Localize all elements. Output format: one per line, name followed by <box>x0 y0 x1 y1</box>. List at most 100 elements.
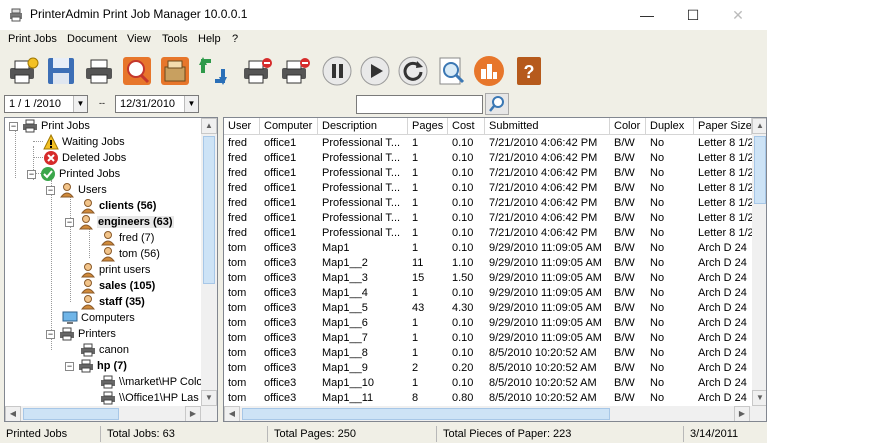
scroll-right-icon[interactable]: ▶ <box>734 406 750 421</box>
column-header-paper-size[interactable]: Paper Size <box>694 118 752 135</box>
menu-help[interactable]: Help <box>198 33 221 45</box>
menu-view[interactable]: View <box>127 33 151 45</box>
column-header-user[interactable]: User <box>224 118 260 135</box>
collapse-icon[interactable]: − <box>46 329 55 339</box>
table-row[interactable]: tom office3 Map1__4 1 0.10 9/29/2010 11:09:05… <box>224 286 752 301</box>
table-row[interactable]: tom office3 Map1__8 1 0.10 8/5/2010 10:20:52 … <box>224 346 752 361</box>
scroll-left-icon[interactable]: ◀ <box>5 406 21 421</box>
help-icon: ? <box>517 57 541 85</box>
table-row[interactable]: tom office3 Map1__7 1 0.10 9/29/2010 11:09:05… <box>224 331 752 346</box>
tree-node-printed-jobs[interactable]: − Printed Jobs <box>27 166 120 182</box>
collapse-icon[interactable]: − <box>46 185 55 195</box>
print-button[interactable] <box>82 54 116 88</box>
tree-node-staff[interactable]: staff (35) <box>80 294 145 310</box>
column-header-description[interactable]: Description <box>318 118 408 135</box>
tree-node-hp[interactable]: − hp (7) <box>65 358 127 374</box>
pause-button[interactable] <box>320 54 354 88</box>
table-row[interactable]: tom office3 Map1__10 1 0.10 8/5/2010 10:20:52… <box>224 376 752 391</box>
table-cell: 8/5/2010 10:20:52 AM <box>489 362 597 374</box>
table-row[interactable]: tom office3 Map1__5 43 4.30 9/29/2010 11:09:0… <box>224 301 752 316</box>
table-row[interactable]: tom office3 Map1 1 0.10 9/29/2010 11:09:05 AM… <box>224 241 752 256</box>
table-row[interactable]: tom office3 Map1__9 2 0.20 8/5/2010 10:20:52 … <box>224 361 752 376</box>
chevron-down-icon[interactable]: ▼ <box>73 96 87 112</box>
tree-node-print-users[interactable]: print users <box>80 262 150 278</box>
search-input[interactable] <box>356 95 483 114</box>
collapse-icon[interactable]: − <box>27 169 36 179</box>
tree-node-tom[interactable]: tom (56) <box>100 246 160 262</box>
tree-node-waiting-jobs[interactable]: Waiting Jobs <box>43 134 125 150</box>
menu-document[interactable]: Document <box>67 33 117 45</box>
menu-about[interactable]: ? <box>232 33 238 45</box>
scroll-up-icon[interactable]: ▲ <box>201 118 217 134</box>
table-row[interactable]: fred office1 Professional T... 1 0.10 7/21/20… <box>224 151 752 166</box>
table-row[interactable]: tom office3 Map1__3 15 1.50 9/29/2010 11:09:0… <box>224 271 752 286</box>
help-button[interactable]: ? <box>512 54 546 88</box>
resume-button[interactable] <box>358 54 392 88</box>
table-row[interactable]: tom office3 Map1__11 8 0.80 8/5/2010 10:20:52… <box>224 391 752 406</box>
table-horizontal-scrollbar[interactable]: ◀ ▶ <box>224 406 766 421</box>
minimize-button[interactable]: — <box>624 0 670 30</box>
report-button[interactable] <box>472 54 506 88</box>
scroll-up-icon[interactable]: ▲ <box>752 118 766 134</box>
table-row[interactable]: fred office1 Professional T... 1 0.10 7/21/20… <box>224 196 752 211</box>
table-row[interactable]: fred office1 Professional T... 1 0.10 7/21/20… <box>224 226 752 241</box>
to-date-picker[interactable]: 12/31/2010 ▼ <box>115 95 199 113</box>
collapse-icon[interactable]: − <box>65 361 74 371</box>
scrollbar-thumb[interactable] <box>203 136 215 284</box>
tree-node-clients[interactable]: clients (56) <box>80 198 156 214</box>
search-button[interactable] <box>485 93 509 115</box>
menu-tools[interactable]: Tools <box>162 33 188 45</box>
scroll-left-icon[interactable]: ◀ <box>224 406 240 421</box>
stop-printer-button[interactable] <box>278 54 312 88</box>
tree-node-computers[interactable]: Computers <box>62 310 135 326</box>
collapse-icon[interactable]: − <box>65 217 74 227</box>
collapse-icon[interactable]: − <box>9 121 18 131</box>
table-row[interactable]: fred office1 Professional T... 1 0.10 7/21/20… <box>224 211 752 226</box>
table-row[interactable]: fred office1 Professional T... 1 0.10 7/21/20… <box>224 136 752 151</box>
scrollbar-thumb[interactable] <box>23 408 119 420</box>
tree-horizontal-scrollbar[interactable]: ◀ ▶ <box>5 406 217 421</box>
table-row[interactable]: tom office3 Map1__2 11 1.10 9/29/2010 11:09:0… <box>224 256 752 271</box>
column-header-color[interactable]: Color <box>610 118 646 135</box>
tree-node-sales[interactable]: sales (105) <box>80 278 155 294</box>
column-header-duplex[interactable]: Duplex <box>646 118 694 135</box>
restart-button[interactable] <box>396 54 430 88</box>
tree-node-engineers[interactable]: − engineers (63) <box>65 214 174 230</box>
tree-node-printers[interactable]: − Printers <box>46 326 116 342</box>
column-header-submitted[interactable]: Submitted <box>485 118 610 135</box>
column-header-computer[interactable]: Computer <box>260 118 318 135</box>
close-button[interactable]: ✕ <box>715 0 761 30</box>
scroll-down-icon[interactable]: ▼ <box>752 390 766 406</box>
printer-settings-button[interactable] <box>6 54 40 88</box>
table-row[interactable]: fred office1 Professional T... 1 0.10 7/21/20… <box>224 166 752 181</box>
tree-node-hp-color[interactable]: \\market\HP Color <box>100 374 206 390</box>
table-vertical-scrollbar[interactable]: ▲ ▼ <box>752 118 766 406</box>
scrollbar-thumb[interactable] <box>242 408 610 420</box>
menu-print-jobs[interactable]: Print Jobs <box>8 33 57 45</box>
tree-node-print-jobs[interactable]: − Print Jobs <box>9 118 90 134</box>
printer-properties-button[interactable] <box>158 54 192 88</box>
scrollbar-thumb[interactable] <box>754 136 766 204</box>
tree-node-deleted-jobs[interactable]: Deleted Jobs <box>43 150 126 166</box>
scroll-down-icon[interactable]: ▼ <box>201 390 217 406</box>
tree-node-hp-laser[interactable]: \\Office1\HP Las <box>100 390 199 406</box>
tree-node-canon[interactable]: canon <box>80 342 129 358</box>
chevron-down-icon[interactable]: ▼ <box>184 96 198 112</box>
find-document-button[interactable] <box>120 54 154 88</box>
refresh-button[interactable] <box>196 54 230 88</box>
table-row[interactable]: tom office3 Map1__6 1 0.10 9/29/2010 11:09:05… <box>224 316 752 331</box>
from-date-picker[interactable]: 1 / 1 /2010 ▼ <box>4 95 88 113</box>
column-header-pages[interactable]: Pages <box>408 118 448 135</box>
tree-node-fred[interactable]: fred (7) <box>100 230 154 246</box>
printer-icon <box>101 375 115 389</box>
maximize-button[interactable]: ☐ <box>670 0 716 30</box>
save-button[interactable] <box>44 54 78 88</box>
preview-button[interactable] <box>434 54 468 88</box>
column-header-cost[interactable]: Cost <box>448 118 485 135</box>
tree-node-users[interactable]: − Users <box>46 182 107 198</box>
tree-vertical-scrollbar[interactable]: ▲ ▼ <box>201 118 217 406</box>
scroll-right-icon[interactable]: ▶ <box>185 406 201 421</box>
delete-printer-button[interactable] <box>240 54 274 88</box>
table-row[interactable]: fred office1 Professional T... 1 0.10 7/21/20… <box>224 181 752 196</box>
table-cell: B/W <box>614 137 635 149</box>
